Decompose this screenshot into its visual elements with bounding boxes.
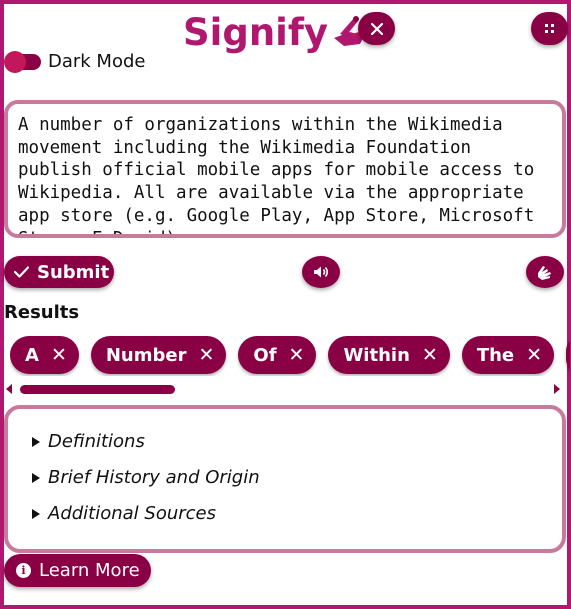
checkmark-icon (14, 266, 29, 278)
result-chip[interactable]: Number ✕ (90, 336, 227, 374)
close-icon (370, 22, 383, 35)
chip-remove-icon[interactable]: ✕ (51, 344, 67, 366)
details-panel: Definitions Brief History and Origin Add… (4, 405, 566, 553)
disclosure-triangle-icon (32, 472, 40, 483)
grid-menu-icon (544, 23, 554, 33)
scroll-right-arrow[interactable] (554, 384, 560, 394)
speak-button[interactable] (302, 256, 340, 288)
sign-language-button[interactable] (526, 256, 564, 288)
definitions-disclosure[interactable]: Definitions (32, 431, 145, 452)
info-icon: i (16, 563, 31, 578)
chip-label: Within (343, 344, 410, 366)
chip-remove-icon[interactable]: ✕ (422, 344, 438, 366)
logo-text: Signify (183, 10, 329, 54)
close-button[interactable] (358, 12, 395, 45)
menu-button[interactable] (531, 12, 568, 45)
disclosure-triangle-icon (32, 508, 40, 519)
submit-button[interactable]: Submit (4, 256, 114, 288)
chip-label: Number (105, 344, 187, 366)
history-disclosure[interactable]: Brief History and Origin (32, 467, 260, 488)
scroll-left-arrow[interactable] (6, 384, 12, 394)
speaker-icon (314, 266, 329, 278)
results-chip-list[interactable]: A ✕ Number ✕ Of ✕ Within ✕ The ✕ (10, 336, 570, 376)
result-chip[interactable]: Within ✕ (328, 336, 450, 374)
dark-mode-label: Dark Mode (48, 51, 146, 72)
sources-disclosure[interactable]: Additional Sources (32, 503, 216, 524)
results-heading: Results (4, 302, 80, 323)
result-chip[interactable]: A ✕ (10, 336, 79, 374)
result-chip-partial[interactable] (566, 336, 570, 374)
disclosure-label: Definitions (48, 431, 145, 452)
chip-remove-icon[interactable]: ✕ (198, 344, 214, 366)
chip-label: The (476, 344, 515, 366)
disclosure-label: Brief History and Origin (48, 467, 260, 488)
chip-label: Of (253, 344, 277, 366)
toggle-knob (4, 51, 26, 73)
chip-remove-icon[interactable]: ✕ (289, 344, 305, 366)
result-chip[interactable]: The ✕ (461, 336, 555, 374)
disclosure-triangle-icon (32, 436, 40, 447)
result-chip[interactable]: Of ✕ (238, 336, 317, 374)
learn-more-label: Learn More (39, 560, 140, 581)
learn-more-button[interactable]: i Learn More (4, 554, 151, 587)
app-logo: Signify (183, 8, 370, 56)
chip-remove-icon[interactable]: ✕ (526, 344, 542, 366)
sign-hand-icon (538, 266, 551, 280)
chip-label: A (25, 344, 39, 366)
text-input[interactable]: A number of organizations within the Wik… (4, 100, 566, 238)
submit-label: Submit (37, 261, 110, 283)
horizontal-scrollbar-thumb[interactable] (20, 385, 175, 394)
disclosure-label: Additional Sources (48, 503, 216, 524)
dark-mode-toggle[interactable] (4, 51, 41, 73)
